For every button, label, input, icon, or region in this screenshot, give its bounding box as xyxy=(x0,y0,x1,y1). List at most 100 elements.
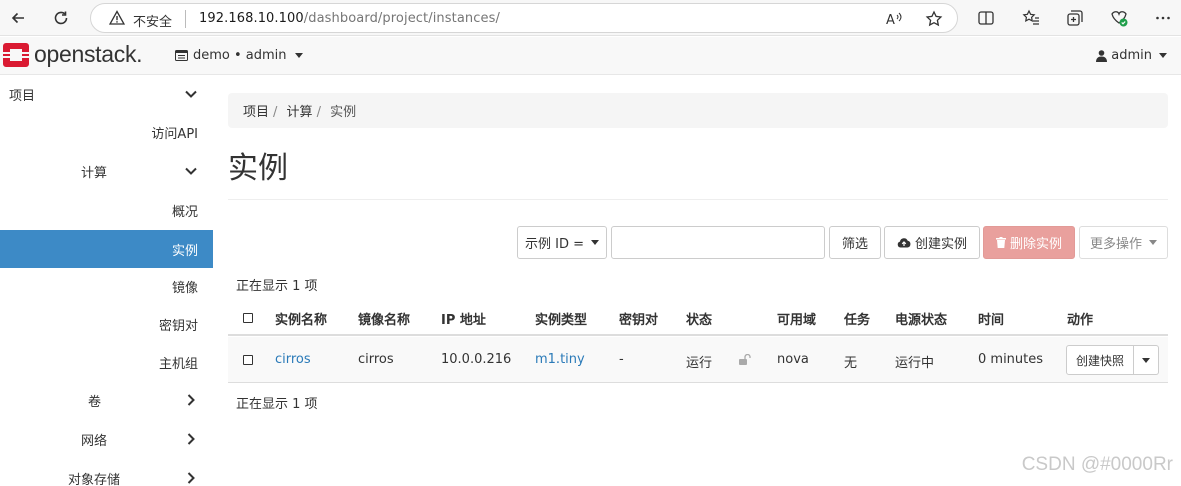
url-text[interactable]: 192.168.10.100/dashboard/project/instanc… xyxy=(199,11,500,26)
address-bar[interactable]: 不安全 192.168.10.100/dashboard/project/ins… xyxy=(90,3,958,33)
delete-instances-button[interactable]: 删除实例 xyxy=(983,226,1075,259)
row-checkbox[interactable] xyxy=(243,355,253,365)
svg-text:A: A xyxy=(886,13,895,27)
chevron-down-icon xyxy=(185,90,197,98)
sidebar-item-label: 实例 xyxy=(171,244,198,259)
ip-address: 10.0.0.216 xyxy=(441,352,512,367)
col-header-actions: 动作 xyxy=(1067,313,1094,328)
sidebar-item-api-access[interactable]: 访问API xyxy=(0,113,213,151)
sidebar-item-label: 项目 xyxy=(9,89,36,104)
sidebar-item-label: 网络 xyxy=(81,434,108,449)
col-header-image[interactable]: 镜像名称 xyxy=(358,309,410,328)
openstack-logo-icon[interactable] xyxy=(3,43,29,67)
split-screen-icon[interactable] xyxy=(975,7,997,29)
filter-input[interactable] xyxy=(611,226,825,259)
sidebar-item-label: 概况 xyxy=(171,205,198,220)
chevron-down-icon xyxy=(185,167,197,175)
col-header-flavor[interactable]: 实例类型 xyxy=(535,309,587,328)
project-icon xyxy=(175,50,188,61)
sidebar-item-key-pairs[interactable]: 密钥对 xyxy=(0,305,213,343)
user-menu[interactable]: admin xyxy=(1096,48,1167,63)
sidebar-item-object-store[interactable]: 对象存储 xyxy=(0,459,213,486)
sidebar-item-overview[interactable]: 概况 xyxy=(0,191,213,229)
back-icon[interactable] xyxy=(6,6,30,30)
browser-toolbar: 不安全 192.168.10.100/dashboard/project/ins… xyxy=(0,0,1181,36)
extension-icon[interactable] xyxy=(1108,7,1130,29)
table-header: 实例名称 镜像名称 IP 地址 实例类型 密钥对 状态 可用域 任务 电源状态 … xyxy=(228,298,1168,336)
filter-field-select[interactable]: 示例 ID = xyxy=(517,226,607,259)
col-header-age[interactable]: 时间 xyxy=(978,309,1004,328)
logo-text[interactable]: openstack. xyxy=(34,41,143,68)
status: 运行 xyxy=(686,356,713,371)
sidebar-item-label: 密钥对 xyxy=(158,319,198,334)
table-row: cirros cirros 10.0.0.216 m1.tiny - 运行 no… xyxy=(228,337,1168,383)
read-aloud-icon[interactable]: A xyxy=(885,9,905,29)
create-instance-button[interactable]: 创建实例 xyxy=(884,226,980,259)
power-state: 运行中 xyxy=(895,356,935,371)
collections-icon[interactable] xyxy=(1064,7,1086,29)
col-header-zone[interactable]: 可用域 xyxy=(777,309,816,328)
col-header-name[interactable]: 实例名称 xyxy=(275,309,327,328)
instance-name-link[interactable]: cirros xyxy=(275,352,311,367)
select-all-checkbox[interactable] xyxy=(243,313,253,323)
image-name: cirros xyxy=(358,352,394,367)
caret-down-icon xyxy=(1149,240,1157,245)
item-count-top: 正在显示 1 项 xyxy=(236,279,318,294)
sidebar-item-label: 计算 xyxy=(81,166,108,181)
breadcrumb-item-project[interactable]: 项目 xyxy=(243,105,269,120)
keypair: - xyxy=(619,352,624,367)
security-label[interactable]: 不安全 xyxy=(133,11,172,30)
sidebar-item-volumes[interactable]: 卷 xyxy=(0,381,213,419)
breadcrumb-separator: / xyxy=(273,105,278,120)
sidebar-item-project[interactable]: 项目 xyxy=(0,75,213,113)
age: 0 minutes xyxy=(978,352,1044,367)
breadcrumb-item-compute[interactable]: 计算 xyxy=(287,105,313,120)
url-host: 192.168.10.100 xyxy=(199,11,304,26)
sidebar-item-label: 对象存储 xyxy=(68,473,121,486)
user-menu-label: admin xyxy=(1111,48,1152,63)
project-selector[interactable]: demo • admin xyxy=(175,48,303,63)
caret-down-icon xyxy=(294,53,303,58)
filter-field-label: 示例 ID = xyxy=(524,237,584,252)
watermark: CSDN @#0000Rr xyxy=(1021,454,1173,475)
sidebar-item-compute[interactable]: 计算 xyxy=(0,152,213,190)
row-actions: 创建快照 xyxy=(1066,345,1160,375)
breadcrumb: 项目 / 计算 / 实例 xyxy=(228,93,1168,128)
create-snapshot-button[interactable]: 创建快照 xyxy=(1066,345,1135,375)
sidebar-item-network[interactable]: 网络 xyxy=(0,420,213,458)
project-selector-label: demo • admin xyxy=(193,48,287,63)
favorite-star-icon[interactable] xyxy=(924,9,944,29)
filter-button[interactable]: 筛选 xyxy=(829,226,881,259)
more-actions-button[interactable]: 更多操作 xyxy=(1079,226,1168,259)
more-actions-label: 更多操作 xyxy=(1089,237,1142,252)
chevron-right-icon xyxy=(187,433,195,445)
row-actions-dropdown[interactable] xyxy=(1134,345,1160,375)
col-header-keypair[interactable]: 密钥对 xyxy=(619,309,658,328)
availability-zone: nova xyxy=(777,352,809,367)
task: 无 xyxy=(844,356,858,371)
sidebar-item-images[interactable]: 镜像 xyxy=(0,267,213,305)
create-instance-label: 创建实例 xyxy=(914,237,967,252)
top-navbar: openstack. demo • admin admin xyxy=(0,37,1181,75)
sidebar-item-label: 访问API xyxy=(151,127,198,142)
col-header-ip[interactable]: IP 地址 xyxy=(441,309,486,328)
col-header-task[interactable]: 任务 xyxy=(844,309,870,328)
caret-down-icon xyxy=(1159,53,1167,58)
warning-icon xyxy=(108,10,126,26)
sidebar-item-instances[interactable]: 实例 xyxy=(0,230,213,268)
more-menu-icon[interactable] xyxy=(1152,7,1174,29)
sidebar-item-label: 卷 xyxy=(88,395,102,410)
unlock-icon[interactable] xyxy=(739,353,751,369)
col-header-status[interactable]: 状态 xyxy=(686,309,712,328)
sidebar-item-server-groups[interactable]: 主机组 xyxy=(0,343,213,381)
favorites-icon[interactable] xyxy=(1020,7,1042,29)
page-title: 实例 xyxy=(228,151,288,186)
col-header-power[interactable]: 电源状态 xyxy=(895,309,947,328)
address-divider xyxy=(185,10,186,28)
flavor-link[interactable]: m1.tiny xyxy=(535,352,585,367)
breadcrumb-item-instances: 实例 xyxy=(330,105,357,120)
url-path: /dashboard/project/instances/ xyxy=(303,11,500,26)
sidebar-item-label: 镜像 xyxy=(171,281,198,296)
cloud-upload-icon xyxy=(897,238,911,248)
refresh-icon[interactable] xyxy=(49,6,73,30)
